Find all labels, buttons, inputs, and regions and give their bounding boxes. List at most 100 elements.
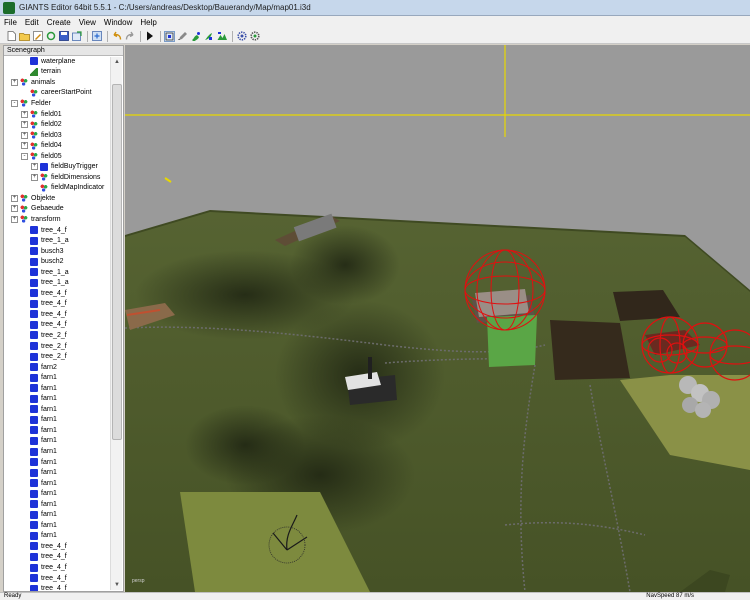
- undo-icon[interactable]: [111, 31, 122, 42]
- toolbar-separator: [160, 30, 161, 42]
- select-tool-icon[interactable]: [164, 30, 175, 42]
- scenegraph-node[interactable]: farn2: [4, 362, 111, 373]
- scenegraph-node[interactable]: tree_4_f: [4, 299, 111, 310]
- scenegraph-node[interactable]: busch2: [4, 256, 111, 267]
- brush-tool-icon[interactable]: [177, 31, 188, 42]
- scenegraph-node[interactable]: farn1: [4, 383, 111, 394]
- scenegraph-node[interactable]: farn1: [4, 372, 111, 383]
- scenegraph-node[interactable]: + fieldBuyTrigger: [4, 161, 111, 172]
- scenegraph-node[interactable]: tree_4_f: [4, 562, 111, 573]
- scenegraph-node[interactable]: tree_1_a: [4, 235, 111, 246]
- scenegraph-node[interactable]: farn1: [4, 478, 111, 489]
- menu-file[interactable]: File: [0, 18, 21, 27]
- scenegraph-node[interactable]: waterplane: [4, 56, 111, 67]
- scroll-thumb[interactable]: [112, 84, 122, 440]
- expand-icon[interactable]: +: [11, 78, 18, 86]
- foliage-tool-icon[interactable]: [203, 31, 214, 42]
- collapse-icon[interactable]: -: [21, 152, 28, 160]
- scenegraph-node[interactable]: tree_4_f: [4, 288, 111, 299]
- scenegraph-node[interactable]: + field02: [4, 119, 111, 130]
- scenegraph-node[interactable]: tree_2_f: [4, 330, 111, 341]
- scenegraph-node[interactable]: farn1: [4, 488, 111, 499]
- scenegraph-node[interactable]: farn1: [4, 510, 111, 521]
- scenegraph-node[interactable]: - Felder: [4, 98, 111, 109]
- scenegraph-node[interactable]: farn1: [4, 457, 111, 468]
- scenegraph-node-label: tree_4_f: [41, 585, 67, 591]
- scenegraph-scrollbar[interactable]: ▲ ▼: [110, 57, 122, 590]
- paint-tool-icon[interactable]: [190, 31, 201, 42]
- scenegraph-node[interactable]: terrain: [4, 67, 111, 78]
- shape-cube-icon: [30, 489, 38, 498]
- redo-icon[interactable]: [124, 31, 135, 42]
- 3d-viewport[interactable]: persp: [125, 45, 750, 592]
- play-icon[interactable]: [144, 31, 155, 42]
- scenegraph-node[interactable]: + animals: [4, 77, 111, 88]
- menu-help[interactable]: Help: [136, 18, 160, 27]
- expand-icon[interactable]: +: [21, 142, 28, 150]
- menu-create[interactable]: Create: [43, 18, 75, 27]
- scenegraph-node[interactable]: farn1: [4, 531, 111, 542]
- terrain-tool-icon[interactable]: [216, 31, 227, 42]
- scenegraph-node[interactable]: busch3: [4, 246, 111, 257]
- transform-group-icon: [20, 215, 28, 224]
- scenegraph-node[interactable]: + Gebaeude: [4, 204, 111, 215]
- scenegraph-node[interactable]: farn1: [4, 520, 111, 531]
- scenegraph-node[interactable]: tree_4_f: [4, 573, 111, 584]
- scenegraph-node[interactable]: + field03: [4, 130, 111, 141]
- menu-edit[interactable]: Edit: [21, 18, 43, 27]
- scenegraph-node[interactable]: fieldMapIndicator: [4, 183, 111, 194]
- scenegraph-node[interactable]: + fieldDimensions: [4, 172, 111, 183]
- scenegraph-node[interactable]: farn1: [4, 446, 111, 457]
- expand-icon[interactable]: +: [11, 205, 18, 213]
- scenegraph-node[interactable]: tree_1_a: [4, 267, 111, 278]
- new-file-icon[interactable]: [6, 31, 17, 42]
- scenegraph-node[interactable]: tree_2_f: [4, 341, 111, 352]
- scenegraph-node[interactable]: tree_4_f: [4, 309, 111, 320]
- collapse-icon[interactable]: -: [11, 99, 18, 107]
- scenegraph-node[interactable]: farn1: [4, 499, 111, 510]
- scenegraph-node[interactable]: tree_2_f: [4, 351, 111, 362]
- scenegraph-node[interactable]: + field04: [4, 140, 111, 151]
- export-icon[interactable]: [71, 31, 82, 42]
- menu-bar: File Edit Create View Window Help: [0, 16, 750, 29]
- menu-view[interactable]: View: [75, 18, 100, 27]
- shape-cube-icon: [30, 521, 38, 530]
- scenegraph-node[interactable]: farn1: [4, 436, 111, 447]
- refresh-icon[interactable]: [45, 31, 56, 42]
- scenegraph-tree[interactable]: waterplane terrain + animals careerStartPoin…: [4, 56, 111, 591]
- expand-icon[interactable]: +: [21, 110, 28, 118]
- status-bar: Ready NavSpeed 87 m/s: [0, 592, 750, 600]
- scenegraph-node[interactable]: farn1: [4, 415, 111, 426]
- save-icon[interactable]: [58, 31, 69, 42]
- scenegraph-node[interactable]: + Objekte: [4, 193, 111, 204]
- expand-icon[interactable]: +: [21, 121, 28, 129]
- scenegraph-node[interactable]: + field01: [4, 109, 111, 120]
- expand-icon[interactable]: +: [31, 173, 38, 181]
- import-icon[interactable]: [91, 31, 102, 42]
- grid-settings-icon[interactable]: [249, 31, 260, 42]
- transform-group-icon: [30, 152, 38, 161]
- menu-window[interactable]: Window: [100, 18, 136, 27]
- expand-icon[interactable]: +: [11, 215, 18, 223]
- scenegraph-node[interactable]: tree_4_f: [4, 583, 111, 591]
- scenegraph-node[interactable]: farn1: [4, 467, 111, 478]
- expand-icon[interactable]: +: [11, 194, 18, 202]
- scenegraph-node[interactable]: farn1: [4, 425, 111, 436]
- scroll-down-arrow-icon[interactable]: ▼: [112, 580, 122, 590]
- expand-icon[interactable]: +: [21, 131, 28, 139]
- edit-icon[interactable]: [32, 31, 43, 42]
- scenegraph-node[interactable]: tree_4_f: [4, 320, 111, 331]
- expand-icon[interactable]: +: [31, 163, 38, 171]
- scenegraph-node[interactable]: tree_1_a: [4, 277, 111, 288]
- open-folder-icon[interactable]: [19, 31, 30, 42]
- scenegraph-node[interactable]: careerStartPoint: [4, 88, 111, 99]
- scenegraph-node[interactable]: tree_4_f: [4, 541, 111, 552]
- scenegraph-node[interactable]: tree_4_f: [4, 225, 111, 236]
- scroll-up-arrow-icon[interactable]: ▲: [112, 57, 122, 67]
- scenegraph-node[interactable]: tree_4_f: [4, 552, 111, 563]
- scenegraph-node[interactable]: - field05: [4, 151, 111, 162]
- scenegraph-node[interactable]: farn1: [4, 394, 111, 405]
- scenegraph-node[interactable]: farn1: [4, 404, 111, 415]
- settings-icon[interactable]: [236, 31, 247, 42]
- scenegraph-node[interactable]: + transform: [4, 214, 111, 225]
